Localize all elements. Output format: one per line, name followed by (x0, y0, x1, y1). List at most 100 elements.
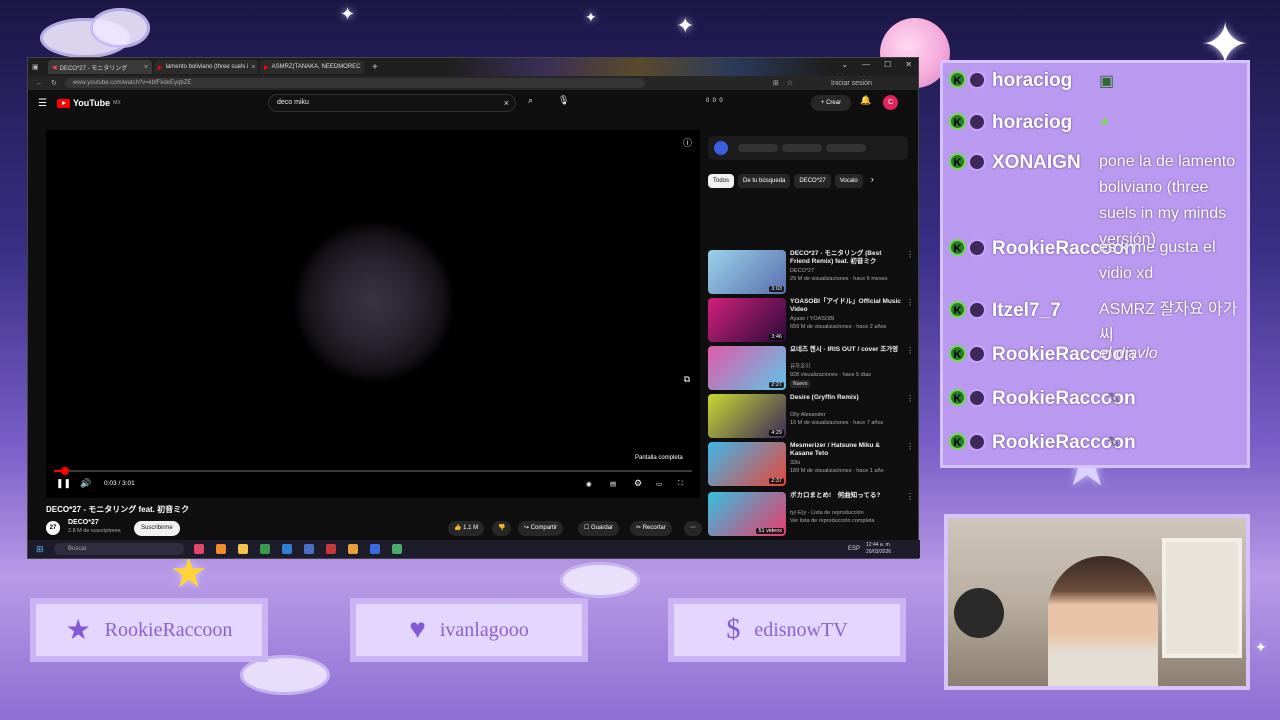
chat-username[interactable]: horaciog (992, 112, 1072, 134)
recommendation-title[interactable]: ボカロまとめ! 何曲知ってる? (790, 492, 902, 500)
progress-knob[interactable] (60, 467, 69, 475)
create-button[interactable]: + Crear (811, 95, 851, 111)
pause-icon[interactable]: ❚❚ (56, 478, 71, 489)
taskbar-app-icon[interactable] (348, 544, 358, 554)
chip-all[interactable]: Todos (708, 174, 735, 188)
url-field[interactable]: www.youtube.com/watch?v=kbfFkdeEyqbZE (64, 78, 645, 88)
fullscreen-icon[interactable]: ⛶ (678, 480, 683, 488)
new-tab-button[interactable]: + (372, 62, 378, 73)
like-button[interactable]: 👍 1,1 M (448, 521, 485, 536)
video-player[interactable]: ⓘ ⧉ Pantalla completa ❚❚ 🔊 0:03 / 3:01 ◉… (46, 130, 700, 498)
video-thumbnail[interactable]: 4:29 (708, 394, 786, 438)
recommendation-item[interactable]: 51 videos ボカロまとめ! 何曲知ってる? ty(-E)y - Lista … (708, 492, 916, 536)
more-options-icon[interactable]: ⋮ (906, 250, 914, 259)
share-button[interactable]: ↪ Compartir (518, 521, 564, 536)
recommendation-channel[interactable]: 유하조이 (790, 364, 908, 371)
recommendation-channel[interactable]: 32ki (790, 460, 908, 467)
microphone-icon[interactable]: 🎙 (558, 95, 569, 106)
recommendation-channel[interactable]: Olly Alexander (790, 412, 908, 419)
channel-avatar[interactable]: 27 (46, 521, 60, 535)
youtube-logo[interactable]: YouTube MX (56, 98, 121, 108)
video-thumbnail[interactable]: 3:46 (708, 298, 786, 342)
subscribe-button[interactable]: Suscribirme (134, 521, 180, 536)
recommendation-channel[interactable]: ty(-E)y - Lista de reproducción (790, 510, 908, 517)
recommendation-item[interactable]: 2:37 Mesmerizer / Hatsune Miku & Kasane T… (708, 442, 916, 486)
input-language[interactable]: ESP (848, 546, 860, 552)
more-options-icon[interactable]: ⋮ (906, 492, 914, 501)
taskbar-app-icon[interactable] (260, 544, 270, 554)
video-thumbnail[interactable]: 3:03 (708, 250, 786, 294)
recommendation-title[interactable]: Mesmerizer / Hatsune Miku & Kasane Teto (790, 442, 902, 458)
bell-icon[interactable]: 🔔 (860, 95, 871, 106)
taskbar-app-icon[interactable] (326, 544, 336, 554)
taskbar-app-icon[interactable] (392, 544, 402, 554)
chevron-down-icon[interactable]: ⌄ (841, 60, 848, 69)
tab-asmrz[interactable]: ▶ ASMRZ(TANAKA, NEEDMOREC × (260, 60, 364, 74)
tab-lamento[interactable]: ▶ lamento boliviano (three suels i × (154, 60, 258, 74)
more-options-icon[interactable]: ⋮ (906, 346, 914, 355)
chip-vocalo[interactable]: Vocalo (834, 174, 863, 188)
chat-username[interactable]: Itzel7_7 (992, 300, 1061, 322)
progress-bar[interactable] (54, 467, 692, 475)
back-icon[interactable]: ← (36, 80, 43, 87)
chevron-right-icon[interactable]: › (871, 174, 874, 188)
more-actions-button[interactable]: ⋯ (684, 521, 702, 536)
taskbar-app-icon[interactable] (304, 544, 314, 554)
chip-from-search[interactable]: De tu búsqueda (738, 174, 791, 188)
taskbar-app-icon[interactable] (216, 544, 226, 554)
close-window-button[interactable]: ✕ (905, 60, 912, 69)
video-thumbnail[interactable]: 51 videos (708, 492, 786, 536)
close-tab-icon[interactable]: × (251, 64, 255, 71)
reload-icon[interactable]: ↻ (51, 79, 57, 87)
chat-username[interactable]: XONAIGN (992, 152, 1081, 174)
recommendation-item[interactable]: 4:29 Desire (Gryffin Remix) Olly Alexander… (708, 394, 916, 438)
dislike-button[interactable]: 👎 (492, 521, 512, 536)
recommendation-item[interactable]: 2:27 요네즈 켄시 - IRIS OUT / cover 조가영 유하조이 928… (708, 346, 916, 390)
volume-icon[interactable]: 🔊 (80, 478, 91, 489)
minimize-button[interactable]: — (862, 60, 870, 69)
taskbar-app-icon[interactable] (370, 544, 380, 554)
settings-gear-icon[interactable]: ⚙ (634, 478, 642, 489)
taskbar-search[interactable]: Buscar (54, 543, 184, 555)
bookmark-star-icon[interactable]: ☆ (787, 79, 793, 87)
chip-deco27[interactable]: DECO*27 (794, 174, 831, 188)
taskbar-app-icon[interactable] (282, 544, 292, 554)
more-options-icon[interactable]: ⋮ (906, 298, 914, 307)
recommendation-title[interactable]: DECO*27 - モニタリング (Best Friend Remix) fea… (790, 250, 902, 266)
recommendation-title[interactable]: 요네즈 켄시 - IRIS OUT / cover 조가영 (790, 346, 902, 354)
clip-button[interactable]: ✂ Recortar (630, 521, 672, 536)
save-button[interactable]: ☐ Guardar (578, 521, 620, 536)
clear-search-icon[interactable]: × (504, 95, 509, 111)
search-input[interactable]: deco miku × (268, 94, 516, 112)
channel-name[interactable]: DECO*27 (68, 519, 99, 526)
recommendation-item[interactable]: 3:46 YOASOBI「アイドル」Official Music Video Aya… (708, 298, 916, 342)
close-tab-icon[interactable]: × (144, 64, 148, 71)
subtitles-icon[interactable]: ▤ (610, 480, 616, 488)
tab-actions-icon[interactable]: ▣ (32, 63, 46, 71)
autoplay-icon[interactable]: ◉ (586, 480, 592, 488)
recommendation-item[interactable]: 3:03 DECO*27 - モニタリング (Best Friend Remix)… (708, 250, 916, 294)
more-options-icon[interactable]: ⋮ (906, 394, 914, 403)
taskbar-app-icon[interactable] (238, 544, 248, 554)
info-icon[interactable]: ⓘ (683, 136, 692, 149)
recommendation-title[interactable]: YOASOBI「アイドル」Official Music Video (790, 298, 902, 314)
miniplayer-icon[interactable]: ⧉ (684, 374, 690, 385)
avatar[interactable]: C (883, 95, 898, 110)
tab-youtube[interactable]: ◀ DECO*27 - モニタリング × (48, 60, 152, 74)
video-thumbnail[interactable]: 2:37 (708, 442, 786, 486)
maximize-button[interactable]: ☐ (884, 60, 891, 69)
install-icon[interactable]: ⊞ (773, 79, 779, 87)
chat-username[interactable]: horaciog (992, 70, 1072, 92)
recommendation-channel[interactable]: DECO*27 (790, 268, 908, 275)
taskbar-app-icon[interactable] (194, 544, 204, 554)
recommendation-channel[interactable]: Ayase / YOASOBI (790, 316, 908, 323)
more-options-icon[interactable]: ⋮ (906, 442, 914, 451)
menu-icon[interactable]: ☰ (38, 98, 47, 109)
theater-icon[interactable]: ▭ (656, 480, 662, 488)
filter-icon[interactable] (714, 141, 728, 155)
video-thumbnail[interactable]: 2:27 (708, 346, 786, 390)
search-icon[interactable]: ⌕ (528, 95, 533, 106)
recommendation-title[interactable]: Desire (Gryffin Remix) (790, 394, 902, 402)
profile-button[interactable]: Iniciar sesión (831, 80, 872, 87)
windows-start-icon[interactable]: ⊞ (36, 544, 44, 555)
